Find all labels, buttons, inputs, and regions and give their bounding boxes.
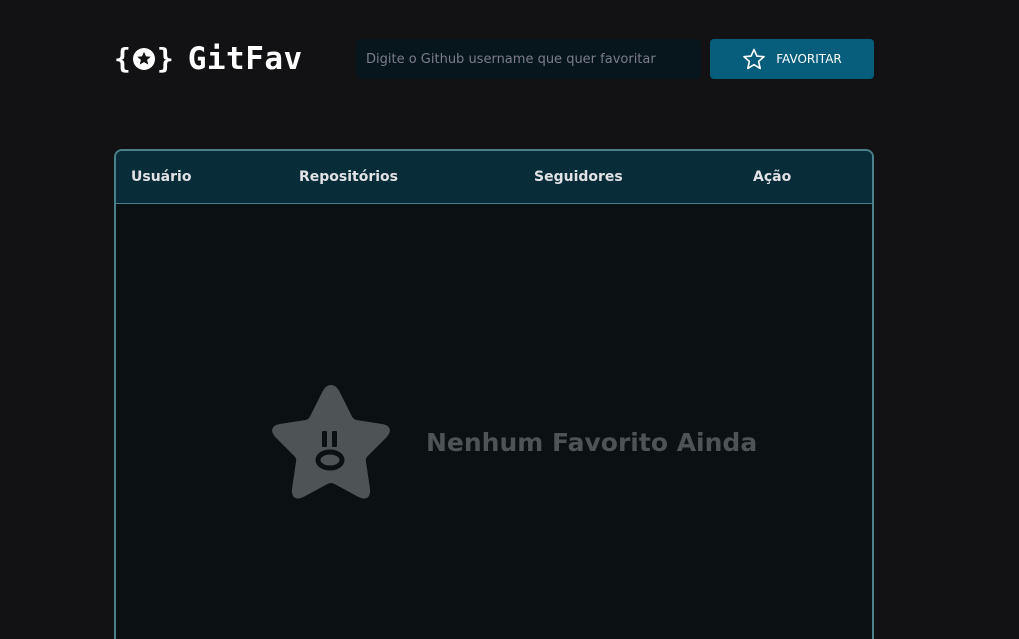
- column-header-user: Usuário: [131, 169, 192, 185]
- star-outline-icon: [743, 48, 766, 70]
- column-header-action: Ação: [753, 169, 792, 185]
- empty-state-message: Nenhum Favorito Ainda: [426, 427, 758, 457]
- favorite-button[interactable]: FAVORITAR: [710, 39, 874, 79]
- app-header: { } GitFav FAVORITAR: [114, 39, 874, 79]
- sad-star-icon: [272, 385, 390, 499]
- column-header-repositories: Repositórios: [299, 169, 399, 185]
- logo-mark: { }: [114, 42, 174, 75]
- column-header-followers: Seguidores: [534, 169, 623, 185]
- favorites-table: Usuário Repositórios Seguidores Ação Nen…: [114, 149, 874, 639]
- logo: { } GitFav: [114, 39, 356, 79]
- search-box: [356, 39, 701, 79]
- table-header: Usuário Repositórios Seguidores Ação: [116, 151, 872, 204]
- page: { } GitFav FAVORITAR Usuário Repositório…: [0, 0, 1019, 639]
- star-logo-icon: [132, 48, 155, 70]
- empty-state: Nenhum Favorito Ainda: [264, 379, 757, 505]
- username-search-input[interactable]: [356, 39, 701, 79]
- logo-text: GitFav: [187, 41, 303, 77]
- favorite-button-label: FAVORITAR: [776, 52, 842, 66]
